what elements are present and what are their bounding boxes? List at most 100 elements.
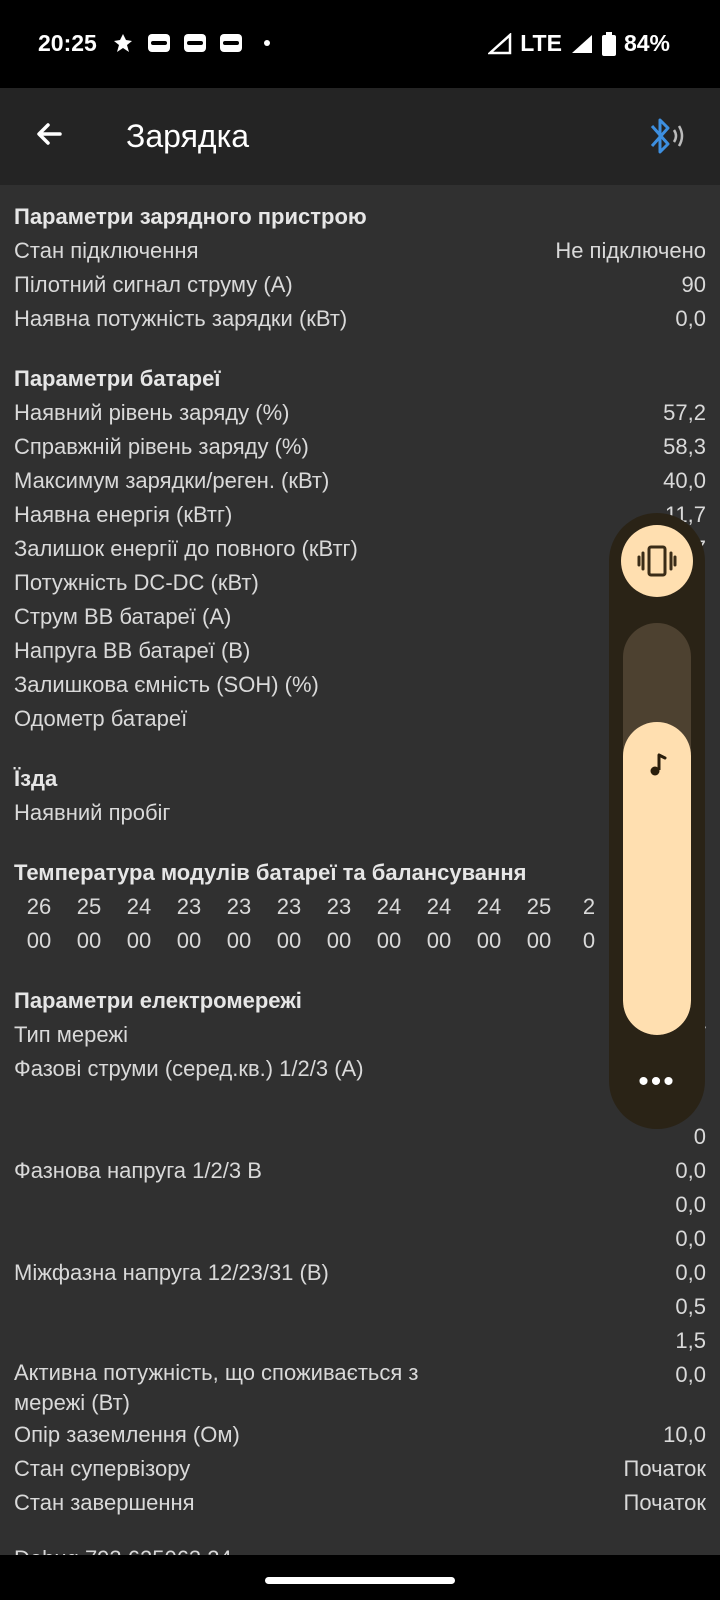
row-label: Наявний пробіг [14, 800, 171, 825]
temp-cell: 24 [476, 894, 502, 919]
volume-settings-more-icon[interactable]: ••• [609, 1065, 705, 1099]
section-battery-title: Параметри батареї [14, 366, 221, 391]
signal-icon [488, 32, 512, 54]
status-time: 20:25 [38, 30, 97, 56]
grid-row: Активна потужність, що споживається з ме… [14, 1358, 706, 1418]
card-icon-3 [220, 34, 242, 52]
charger-row: Наявна потужність зарядки (кВт) 0,0 [14, 302, 706, 336]
temp-cell: 24 [426, 894, 452, 919]
row-label: Наявна потужність зарядки (кВт) [14, 306, 348, 331]
media-volume-slider[interactable] [623, 623, 691, 1035]
battery-row: Справжній рівень заряду (%) 58,3 [14, 430, 706, 464]
row-extra-value: 0,0 [675, 1226, 706, 1251]
leaf-icon [114, 34, 132, 52]
temp-cell: 00 [76, 928, 102, 953]
ringer-mode-button[interactable] [621, 525, 693, 597]
row-extra-value [14, 1086, 706, 1120]
row-extra-value: 0 [693, 1124, 706, 1149]
battery-row: Залишкова ємність (SOH) (%) [14, 668, 706, 702]
charger-row: Стан підключення Не підключено [14, 234, 706, 268]
gesture-handle[interactable] [265, 1577, 455, 1584]
temp-cell: 00 [26, 928, 52, 953]
battery-row: Максимум зарядки/реген. (кВт) 40,0 [14, 464, 706, 498]
row-label: Залишкова ємність (SOH) (%) [14, 672, 319, 697]
row-value: 0,0 [675, 1260, 706, 1285]
app-bar: Зарядка [0, 88, 720, 185]
row-label: Напруга ВВ батареї (В) [14, 638, 251, 663]
temps-bottom-row: 00 00 00 00 00 00 00 00 00 00 00 0 [14, 924, 614, 958]
row-value: 90 [681, 272, 706, 297]
grid-row: Стан завершення Початок [14, 1486, 706, 1520]
section-driving-title: Їзда [14, 766, 58, 791]
driving-row: Наявний пробіг [14, 796, 706, 830]
music-note-icon [650, 753, 667, 776]
row-extra-value: 0,0 [675, 1192, 706, 1217]
row-value: Початок [623, 1456, 706, 1481]
card-icon-1 [148, 34, 170, 52]
temps-top-row: 26 25 24 23 23 23 23 24 24 24 25 2 [14, 890, 614, 924]
temp-cell: 25 [526, 894, 552, 919]
status-bar: 20:25 LTE 84% [0, 0, 720, 88]
row-label: Тип мережі [14, 1022, 128, 1047]
grid-row: Стан супервізору Початок [14, 1452, 706, 1486]
row-label: Наявний рівень заряду (%) [14, 400, 290, 425]
temp-cell: 00 [326, 928, 352, 953]
row-value: Початок [623, 1490, 706, 1515]
row-label: Максимум зарядки/реген. (кВт) [14, 468, 330, 493]
temp-cell: 00 [376, 928, 402, 953]
temp-cell: 00 [126, 928, 152, 953]
temp-cell: 00 [276, 928, 302, 953]
row-label: Струм ВВ батареї (А) [14, 604, 232, 629]
system-icons: LTE 84% [488, 30, 670, 57]
grid-row: Тип мережіГ [14, 1018, 706, 1052]
section-grid-title: Параметри електромережі [14, 988, 302, 1013]
row-label: Одометр батареї [14, 706, 188, 731]
temp-cell: 23 [226, 894, 252, 919]
temp-cell: 00 [476, 928, 502, 953]
row-label: Фазнова напруга 1/2/3 В [14, 1158, 262, 1183]
row-value: 40,0 [663, 468, 706, 493]
row-label: Опір заземлення (Ом) [14, 1422, 240, 1447]
row-label: Стан підключення [14, 238, 199, 263]
bluetooth-icon[interactable] [642, 114, 690, 158]
grid-row: Фазнова напруга 1/2/3 В 0,0 [14, 1154, 706, 1188]
back-arrow-icon[interactable] [30, 114, 70, 154]
row-label: Стан супервізору [14, 1456, 191, 1481]
row-extra-value: 1,5 [675, 1328, 706, 1353]
row-label: Фазові струми (серед.кв.) 1/2/3 (А) [14, 1056, 364, 1081]
temp-cell: 25 [76, 894, 102, 919]
row-label: Потужність DC-DC (кВт) [14, 570, 259, 595]
battery-percent: 84% [623, 30, 670, 56]
row-label: Міжфазна напруга 12/23/31 (В) [14, 1260, 329, 1285]
temp-cell: 00 [526, 928, 552, 953]
row-value: 0,0 [675, 1158, 706, 1183]
battery-row: Залишок енергії до повного (кВтг)7 [14, 532, 706, 566]
temp-cell: 24 [376, 894, 402, 919]
temp-cell: 0 [582, 928, 596, 953]
row-value: 0,0 [675, 306, 706, 331]
battery-row: Напруга ВВ батареї (В) [14, 634, 706, 668]
vibrate-icon [637, 545, 677, 577]
temp-cell: 2 [582, 894, 596, 919]
row-value: Не підключено [555, 238, 706, 263]
temp-cell: 23 [176, 894, 202, 919]
media-volume-fill [623, 721, 691, 1035]
row-value: 10,0 [663, 1422, 706, 1447]
volume-panel: ••• [609, 513, 705, 1129]
battery-icon [601, 31, 616, 56]
battery-row: Наявний рівень заряду (%) 57,2 [14, 396, 706, 430]
row-label: Залишок енергії до повного (кВтг) [14, 536, 358, 561]
charger-row: Пілотний сигнал струму (А) 90 [14, 268, 706, 302]
battery-row: Одометр батареї [14, 702, 706, 736]
section-charger-title: Параметри зарядного пристрою [14, 204, 367, 229]
temp-cell: 26 [26, 894, 52, 919]
grid-row: Фазові струми (серед.кв.) 1/2/3 (А) [14, 1052, 706, 1086]
card-icon-2 [184, 34, 206, 52]
row-label: Наявна енергія (кВтг) [14, 502, 233, 527]
more-notifications-icon [264, 40, 270, 46]
temp-cell: 24 [126, 894, 152, 919]
battery-row: Потужність DC-DC (кВт) [14, 566, 706, 600]
grid-row: Міжфазна напруга 12/23/31 (В) 0,0 [14, 1256, 706, 1290]
charging-content: Параметри зарядного пристрою Стан підклю… [14, 200, 706, 1576]
signal-strength-icon [571, 34, 592, 53]
